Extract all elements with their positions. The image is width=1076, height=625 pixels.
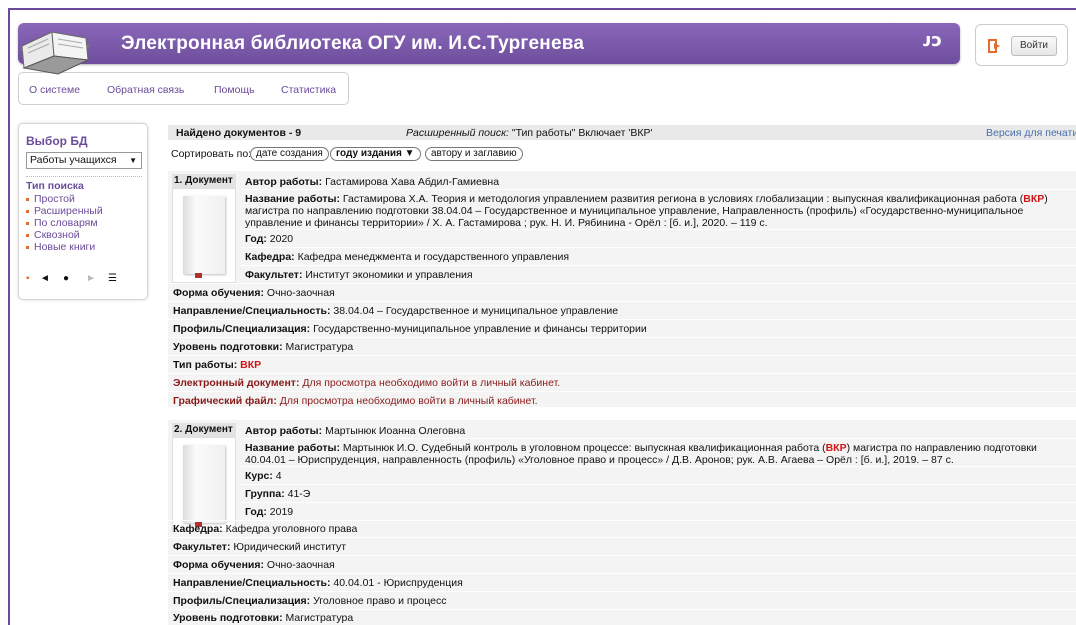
vkr-highlight: ВКР — [825, 442, 847, 454]
nav-help[interactable]: Помощь — [214, 84, 255, 96]
specialty-row: Направление/Специальность: 40.04.01 - Юр… — [173, 577, 463, 589]
next-icon[interactable]: ► — [86, 273, 96, 284]
search-type-new-books[interactable]: Новые книги — [26, 241, 103, 253]
faculty-row: Факультет: Институт экономики и управлен… — [245, 269, 473, 281]
vkr-highlight: ВКР — [1023, 193, 1045, 205]
nav-about[interactable]: О системе — [29, 84, 80, 96]
book-cover-icon[interactable] — [172, 188, 236, 283]
query-text: "Тип работы" Включает 'ВКР' — [508, 127, 653, 139]
search-type-advanced[interactable]: Расширенный — [26, 205, 103, 217]
profile-row: Профиль/Специализация: Государственно-му… — [173, 323, 647, 335]
sort-by-date[interactable]: дате создания — [250, 147, 329, 161]
sidebar: Выбор БД Работы учащихся ▼ Тип поиска Пр… — [18, 123, 148, 300]
chevron-down-icon: ▼ — [129, 156, 137, 165]
bullet-icon: ▪ — [26, 273, 30, 284]
open-book-icon[interactable] — [16, 20, 94, 80]
search-type-list: Простой Расширенный По словарям Сквозной… — [26, 193, 103, 253]
level-row: Уровень подготовки: Магистратура — [173, 612, 354, 624]
nav-statistics[interactable]: Статистика — [281, 84, 336, 96]
sort-by-author-title[interactable]: автору и заглавию — [425, 147, 523, 161]
search-type-dictionaries[interactable]: По словарям — [26, 217, 103, 229]
title-row: Название работы: Гастамирова Х.А. Теория… — [245, 193, 1048, 229]
electronic-document-row[interactable]: Электронный документ: Для просмотра необ… — [173, 377, 560, 389]
pause-dot-icon[interactable]: ● — [63, 273, 69, 284]
search-type-crosscut[interactable]: Сквозной — [26, 229, 103, 241]
prev-icon[interactable]: ◄ — [40, 273, 50, 284]
course-row: Курс: 4 — [245, 470, 282, 482]
level-row: Уровень подготовки: Магистратура — [173, 341, 354, 353]
document-badge[interactable]: 1. Документ — [172, 174, 236, 188]
sort-label: Сортировать по: — [171, 148, 252, 160]
sidebar-controls: ▪ ◄ ● ► ☰ — [26, 273, 142, 285]
found-count: Найдено документов - 9 — [176, 127, 302, 139]
query-prefix: Расширенный поиск: — [406, 127, 509, 139]
site-title: Электронная библиотека ОГУ им. И.С.Турге… — [121, 33, 585, 54]
title-row: Название работы: Мартынюк И.О. Судебный … — [245, 442, 1037, 466]
db-select-value: Работы учащихся — [30, 154, 117, 166]
divider — [26, 176, 142, 177]
db-heading: Выбор БД — [26, 134, 88, 148]
graphic-file-row[interactable]: Графический файл: Для просмотра необходи… — [173, 395, 538, 407]
sort-by-year[interactable]: году издания ▼ — [330, 147, 421, 161]
book-cover-icon[interactable] — [172, 437, 236, 532]
nav-feedback[interactable]: Обратная связь — [107, 84, 184, 96]
faculty-row: Факультет: Юридический институт — [173, 541, 347, 553]
search-type-heading: Тип поиска — [26, 180, 84, 192]
search-type-simple[interactable]: Простой — [26, 193, 103, 205]
document-card: 1. Документ Автор работы: Гастамирова Ха… — [168, 171, 1076, 407]
db-select[interactable]: Работы учащихся ▼ — [26, 152, 142, 169]
profile-row: Профиль/Специализация: Уголовное право и… — [173, 595, 447, 607]
department-row: Кафедра: Кафедра менеджмента и государст… — [245, 251, 570, 263]
study-form-row: Форма обучения: Очно-заочная — [173, 559, 335, 571]
results-bar: Найдено документов - 9 Расширенный поиск… — [168, 125, 1076, 140]
author-row: Автор работы: Гастамирова Хава Абдил-Гам… — [245, 176, 500, 188]
author-row: Автор работы: Мартынюк Иоанна Олеговна — [245, 425, 466, 437]
brand-logo-icon: ᴊᴐ — [922, 30, 942, 51]
print-version-link[interactable]: Версия для печати — [986, 127, 1076, 139]
login-panel: Войти — [975, 24, 1068, 66]
search-query: Расширенный поиск: "Тип работы" Включает… — [406, 127, 652, 139]
group-row: Группа: 41-Э — [245, 488, 311, 500]
work-type-row: Тип работы: ВКР — [173, 359, 262, 371]
login-icon — [988, 39, 1000, 53]
year-row: Год: 2020 — [245, 233, 294, 245]
menu-icon[interactable]: ☰ — [108, 273, 117, 284]
department-row: Кафедра: Кафедра уголовного права — [173, 523, 358, 535]
study-form-row: Форма обучения: Очно-заочная — [173, 287, 335, 299]
specialty-row: Направление/Специальность: 38.04.04 – Го… — [173, 305, 619, 317]
login-button[interactable]: Войти — [1011, 36, 1057, 56]
document-badge[interactable]: 2. Документ — [172, 423, 236, 437]
document-card: 2. Документ Автор работы: Мартынюк Иоанн… — [168, 420, 1076, 625]
year-row: Год: 2019 — [245, 506, 294, 518]
header-banner: Электронная библиотека ОГУ им. И.С.Турге… — [18, 23, 960, 64]
